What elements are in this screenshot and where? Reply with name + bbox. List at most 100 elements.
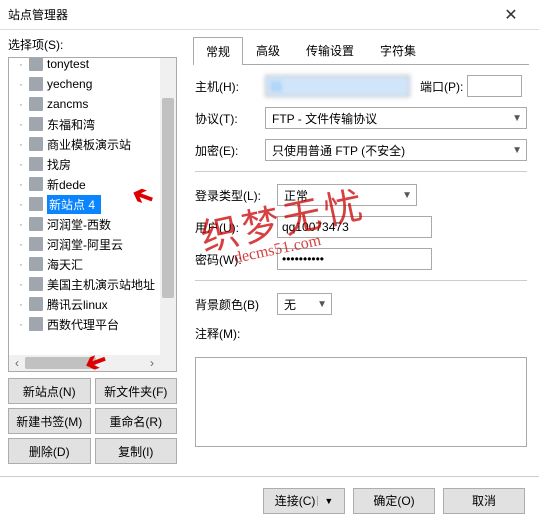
server-icon xyxy=(29,117,43,131)
protocol-label: 协议(T): xyxy=(195,110,265,127)
protocol-value: FTP - 文件传输协议 xyxy=(272,110,506,127)
protocol-select[interactable]: FTP - 文件传输协议 ▼ xyxy=(265,107,527,129)
tree-item[interactable]: ·tonytest xyxy=(9,57,160,74)
site-tree[interactable]: ·tonytest·yecheng·zancms·东福和湾·商业模板演示站·找房… xyxy=(8,57,177,372)
tree-item-label: 美国主机演示站地址 xyxy=(47,276,155,293)
general-form: 主机(H): 端口(P): 协议(T): FTP - 文件传输协议 ▼ 加密(E… xyxy=(193,65,529,450)
tree-line: · xyxy=(19,97,29,111)
dialog-footer: 连接(C) ▼ 确定(O) 取消 xyxy=(0,476,539,524)
tree-item-label: 东福和湾 xyxy=(47,116,95,133)
tree-item-label: 新dede xyxy=(47,176,86,193)
titlebar: 站点管理器 ✕ xyxy=(0,0,539,30)
tree-item-label: 河润堂-西数 xyxy=(47,216,111,233)
close-icon[interactable]: ✕ xyxy=(491,5,531,25)
ok-button[interactable]: 确定(O) xyxy=(353,488,435,514)
tree-item[interactable]: · 新站点 4 xyxy=(9,194,160,214)
scroll-corner xyxy=(160,355,176,371)
vertical-scrollbar[interactable] xyxy=(160,58,176,355)
horizontal-scrollbar[interactable]: ‹ › xyxy=(9,355,160,371)
rename-button[interactable]: 重命名(R) xyxy=(95,408,178,434)
server-icon xyxy=(29,317,43,331)
server-icon xyxy=(29,177,43,191)
dropdown-icon[interactable]: ▼ xyxy=(317,496,333,506)
chevron-down-icon: ▼ xyxy=(512,113,522,124)
tree-item[interactable]: ·海天汇 xyxy=(9,254,160,274)
notes-textarea[interactable] xyxy=(195,357,527,447)
chevron-down-icon: ▼ xyxy=(402,190,412,201)
scroll-right-icon[interactable]: › xyxy=(144,356,160,370)
chevron-down-icon: ▼ xyxy=(317,299,327,310)
server-icon xyxy=(29,277,43,291)
tree-item-label: 新站点 4 xyxy=(47,195,101,214)
user-label: 用户(U): xyxy=(195,219,277,236)
new-folder-button[interactable]: 新文件夹(F) xyxy=(95,378,178,404)
server-icon xyxy=(29,77,43,91)
divider xyxy=(195,280,527,281)
tree-item[interactable]: ·美国主机演示站地址 xyxy=(9,274,160,294)
tree-item[interactable]: · 新dede xyxy=(9,174,160,194)
user-input[interactable] xyxy=(277,216,432,238)
encryption-label: 加密(E): xyxy=(195,142,265,159)
bgcolor-label: 背景颜色(B) xyxy=(195,296,277,313)
password-input[interactable] xyxy=(277,248,432,270)
tree-item[interactable]: · 商业模板演示站 xyxy=(9,134,160,154)
tab-charset[interactable]: 字符集 xyxy=(367,36,429,64)
tree-line: · xyxy=(19,237,29,251)
connect-button[interactable]: 连接(C) ▼ xyxy=(263,488,345,514)
encryption-select[interactable]: 只使用普通 FTP (不安全) ▼ xyxy=(265,139,527,161)
bgcolor-select[interactable]: 无 ▼ xyxy=(277,293,332,315)
tree-item-label: 河润堂-阿里云 xyxy=(47,236,123,253)
server-icon xyxy=(29,237,43,251)
new-site-button[interactable]: 新站点(N) xyxy=(8,378,91,404)
tree-item-label: 商业模板演示站 xyxy=(47,136,131,153)
copy-button[interactable]: 复制(I) xyxy=(95,438,178,464)
delete-button[interactable]: 删除(D) xyxy=(8,438,91,464)
tree-item[interactable]: · 腾讯云linux xyxy=(9,294,160,314)
left-panel: 选择项(S): ·tonytest·yecheng·zancms·东福和湾·商业… xyxy=(0,30,185,464)
chevron-down-icon: ▼ xyxy=(512,145,522,156)
tree-line: · xyxy=(19,77,29,91)
tree-line: · xyxy=(19,217,29,231)
cancel-button[interactable]: 取消 xyxy=(443,488,525,514)
tree-item-label: 腾讯云linux xyxy=(47,296,108,313)
tree-item[interactable]: ·东福和湾 xyxy=(9,114,160,134)
main-area: 选择项(S): ·tonytest·yecheng·zancms·东福和湾·商业… xyxy=(0,30,539,464)
tab-transfer[interactable]: 传输设置 xyxy=(293,36,367,64)
host-input[interactable] xyxy=(265,75,410,97)
tree-item[interactable]: ·西数代理平台 xyxy=(9,314,160,334)
tree-item-label: zancms xyxy=(47,97,88,111)
tab-general[interactable]: 常规 xyxy=(193,37,243,65)
port-input[interactable] xyxy=(467,75,522,97)
server-icon xyxy=(29,197,43,211)
tab-advanced[interactable]: 高级 xyxy=(243,36,293,64)
tree-item[interactable]: · zancms xyxy=(9,94,160,114)
logintype-select[interactable]: 正常 ▼ xyxy=(277,184,417,206)
tree-line: · xyxy=(19,137,29,151)
new-bookmark-button[interactable]: 新建书签(M) xyxy=(8,408,91,434)
tree-line: · xyxy=(19,297,29,311)
tree-line: · xyxy=(19,57,29,71)
encryption-value: 只使用普通 FTP (不安全) xyxy=(272,142,506,159)
server-icon xyxy=(29,217,43,231)
tree-item[interactable]: · 河润堂-西数 xyxy=(9,214,160,234)
connect-label: 连接(C) xyxy=(275,492,316,509)
tree-item-label: 西数代理平台 xyxy=(47,316,119,333)
window-title: 站点管理器 xyxy=(8,6,491,23)
password-label: 密码(W): xyxy=(195,251,277,268)
server-icon xyxy=(29,257,43,271)
hscroll-thumb[interactable] xyxy=(25,357,96,369)
server-icon xyxy=(29,157,43,171)
logintype-label: 登录类型(L): xyxy=(195,187,277,204)
tree-item-label: yecheng xyxy=(47,77,92,91)
tree-line: · xyxy=(19,157,29,171)
bgcolor-value: 无 xyxy=(284,296,311,313)
tree-item[interactable]: · 找房 xyxy=(9,154,160,174)
tree-line: · xyxy=(19,257,29,271)
tree-line: · xyxy=(19,177,29,191)
tree-item[interactable]: · 河润堂-阿里云 xyxy=(9,234,160,254)
scroll-left-icon[interactable]: ‹ xyxy=(9,356,25,370)
tree-line: · xyxy=(19,197,29,211)
tree-item-label: 找房 xyxy=(47,156,71,173)
tree-item[interactable]: · yecheng xyxy=(9,74,160,94)
scroll-thumb[interactable] xyxy=(162,98,174,298)
